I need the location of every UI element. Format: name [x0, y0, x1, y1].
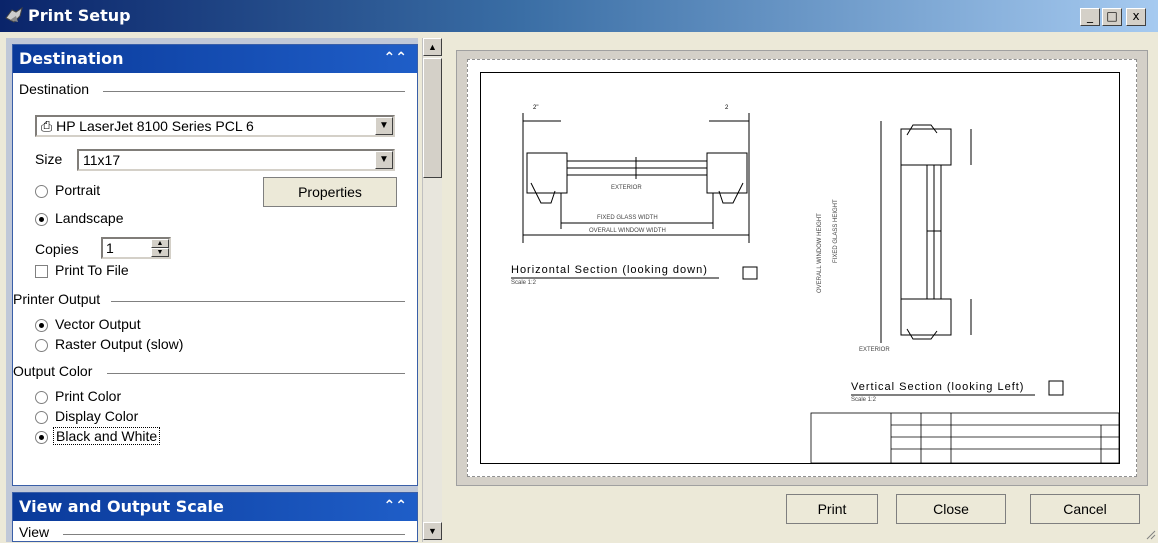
horizontal-section-drawing: [523, 113, 749, 243]
group-divider: [111, 301, 405, 302]
section-marker-box: [1049, 381, 1063, 395]
scroll-thumb[interactable]: [423, 58, 442, 178]
resize-grip-icon[interactable]: [1144, 528, 1156, 540]
section-marker-box: [743, 267, 757, 279]
size-select[interactable]: 11x17 ▼: [77, 149, 395, 171]
dim-left-label: 2": [533, 105, 538, 111]
raster-output-label: Raster Output (slow): [55, 336, 183, 352]
vector-output-label: Vector Output: [55, 316, 141, 332]
overall-window-height-label: OVERALL WINDOW HEIGHT: [817, 213, 823, 293]
view-section-header[interactable]: View and Output Scale ⌃⌃: [13, 493, 417, 521]
close-button[interactable]: Close: [896, 494, 1006, 524]
overall-window-width-label: OVERALL WINDOW WIDTH: [589, 228, 666, 234]
print-preview-area: 2" 2 EXTERIOR FIXED GLASS WIDTH OVERALL …: [456, 50, 1148, 486]
destination-section-header[interactable]: Destination ⌃⌃: [13, 45, 417, 73]
cancel-button[interactable]: Cancel: [1030, 494, 1140, 524]
size-label: Size: [35, 151, 62, 167]
print-color-radio[interactable]: [35, 391, 48, 404]
view-section: View and Output Scale ⌃⌃ View: [12, 492, 418, 542]
printer-select[interactable]: ⎙ HP LaserJet 8100 Series PCL 6 ▼: [35, 115, 395, 137]
black-and-white-label: Black and White: [53, 427, 160, 445]
printer-output-group-label: Printer Output: [13, 291, 100, 307]
vertical-section-drawing: [881, 121, 971, 343]
destination-section: Destination ⌃⌃ Destination ⎙ HP LaserJet…: [12, 44, 418, 486]
destination-section-body: Destination ⎙ HP LaserJet 8100 Series PC…: [13, 73, 417, 485]
close-window-button[interactable]: x: [1126, 8, 1146, 26]
fixed-glass-width-label: FIXED GLASS WIDTH: [597, 215, 658, 221]
fixed-glass-height-label: FIXED GLASS HEIGHT: [833, 199, 839, 263]
display-color-label: Display Color: [55, 408, 138, 424]
minimize-button[interactable]: _: [1080, 8, 1100, 26]
scroll-up-icon[interactable]: ▲: [423, 38, 442, 56]
drawing-frame: 2" 2 EXTERIOR FIXED GLASS WIDTH OVERALL …: [480, 72, 1120, 464]
horizontal-scale-label: Scale 1:2: [511, 280, 536, 286]
maximize-button[interactable]: □: [1102, 8, 1122, 26]
output-color-group-label: Output Color: [13, 363, 92, 379]
scroll-down-icon[interactable]: ▼: [423, 522, 442, 540]
portrait-radio[interactable]: [35, 185, 48, 198]
preview-paper: 2" 2 EXTERIOR FIXED GLASS WIDTH OVERALL …: [467, 59, 1137, 477]
exterior-vertical-label: EXTERIOR: [859, 347, 890, 353]
dim-right-label: 2: [725, 105, 728, 111]
print-to-file-label: Print To File: [55, 262, 129, 278]
print-button[interactable]: Print: [786, 494, 878, 524]
raster-output-radio[interactable]: [35, 339, 48, 352]
title-block: [811, 413, 1119, 463]
group-divider: [107, 373, 405, 374]
view-section-body: View: [13, 521, 417, 543]
chevron-down-icon[interactable]: ▼: [375, 151, 393, 169]
collapse-chevron-icon[interactable]: ⌃⌃: [384, 50, 407, 66]
view-group-label: View: [19, 524, 49, 540]
destination-section-title: Destination: [19, 49, 124, 68]
printer-icon: ⎙: [41, 118, 52, 134]
vertical-scale-label: Scale 1:2: [851, 397, 876, 403]
properties-button[interactable]: Properties: [263, 177, 397, 207]
printer-value: HP LaserJet 8100 Series PCL 6: [56, 118, 254, 134]
group-divider: [103, 91, 405, 92]
view-section-title: View and Output Scale: [19, 497, 224, 516]
copies-stepper[interactable]: 1 ▲ ▼: [101, 237, 171, 259]
settings-scrollbar[interactable]: ▲ ▼: [422, 38, 442, 542]
chevron-down-icon[interactable]: ▼: [375, 117, 393, 135]
print-color-label: Print Color: [55, 388, 121, 404]
copies-value: 1: [106, 240, 114, 256]
display-color-radio[interactable]: [35, 411, 48, 424]
settings-pane: Destination ⌃⌃ Destination ⎙ HP LaserJet…: [6, 38, 418, 542]
title-bar: Print Setup _ □ x: [0, 0, 1158, 32]
landscape-radio[interactable]: [35, 213, 48, 226]
vertical-section-title: Vertical Section (looking Left): [851, 381, 1024, 393]
group-divider: [63, 534, 405, 535]
size-value: 11x17: [83, 152, 120, 168]
collapse-chevron-icon[interactable]: ⌃⌃: [384, 498, 407, 514]
copies-label: Copies: [35, 241, 79, 257]
vector-output-radio[interactable]: [35, 319, 48, 332]
landscape-label: Landscape: [55, 210, 124, 226]
printer-app-icon: [4, 6, 24, 26]
portrait-label: Portrait: [55, 182, 100, 198]
black-and-white-radio[interactable]: [35, 431, 48, 444]
horizontal-section-title: Horizontal Section (looking down): [511, 264, 708, 276]
window-title: Print Setup: [28, 6, 131, 25]
print-to-file-checkbox[interactable]: [35, 265, 48, 278]
destination-group-label: Destination: [19, 81, 89, 97]
exterior-label: EXTERIOR: [611, 185, 642, 191]
stepper-up-icon[interactable]: ▲: [151, 239, 169, 248]
stepper-down-icon[interactable]: ▼: [151, 248, 169, 257]
